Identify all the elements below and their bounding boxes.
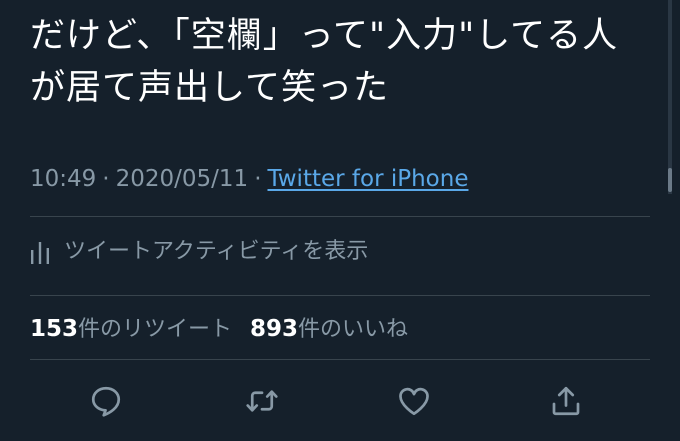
retweet-count-link[interactable]: 153 件のリツイート: [30, 311, 232, 343]
share-upload-icon: [552, 386, 580, 416]
tweet-stats: 153 件のリツイート 893 件のいいね: [30, 308, 408, 346]
retweet-count: 153: [30, 316, 79, 342]
like-count-label: 件のいいね: [298, 317, 409, 342]
like-button[interactable]: [388, 375, 440, 427]
tweet-text: だけど、「空欄」って"入力"してる人 が居て声出して笑った: [30, 10, 660, 114]
like-count-link[interactable]: 893 件のいいね: [250, 311, 408, 343]
reply-bubble-icon: [91, 386, 121, 417]
like-count: 893: [250, 316, 299, 342]
view-tweet-activity-label: ツイートアクティビティを表示: [64, 239, 369, 264]
tweet-text-line-1: だけど、「空欄」って"入力"してる人: [30, 16, 619, 56]
retweet-button[interactable]: [236, 375, 288, 427]
divider: [30, 359, 650, 360]
scrollbar[interactable]: [668, 0, 672, 194]
reply-button[interactable]: [80, 375, 132, 427]
meta-separator: ·: [254, 166, 262, 192]
tweet-text-line-2: が居て声出して笑った: [30, 68, 389, 108]
tweet-date: 2020/05/11: [115, 166, 249, 192]
tweet-source-link[interactable]: Twitter for iPhone: [268, 166, 469, 192]
tweet-actions: [0, 375, 680, 427]
divider: [30, 216, 650, 217]
retweet-arrows-icon: [246, 390, 278, 412]
scrollbar-thumb[interactable]: [668, 168, 672, 192]
tweet-meta: 10:49 · 2020/05/11 · Twitter for iPhone: [30, 162, 468, 196]
retweet-count-label: 件のリツイート: [78, 317, 233, 342]
analytics-bars-icon: [31, 242, 49, 264]
share-button[interactable]: [540, 375, 592, 427]
heart-icon: [399, 387, 429, 416]
tweet-time: 10:49: [30, 166, 97, 192]
divider: [30, 295, 650, 296]
view-tweet-activity-link[interactable]: ツイートアクティビティを表示: [30, 229, 368, 269]
meta-separator: ·: [102, 166, 110, 192]
